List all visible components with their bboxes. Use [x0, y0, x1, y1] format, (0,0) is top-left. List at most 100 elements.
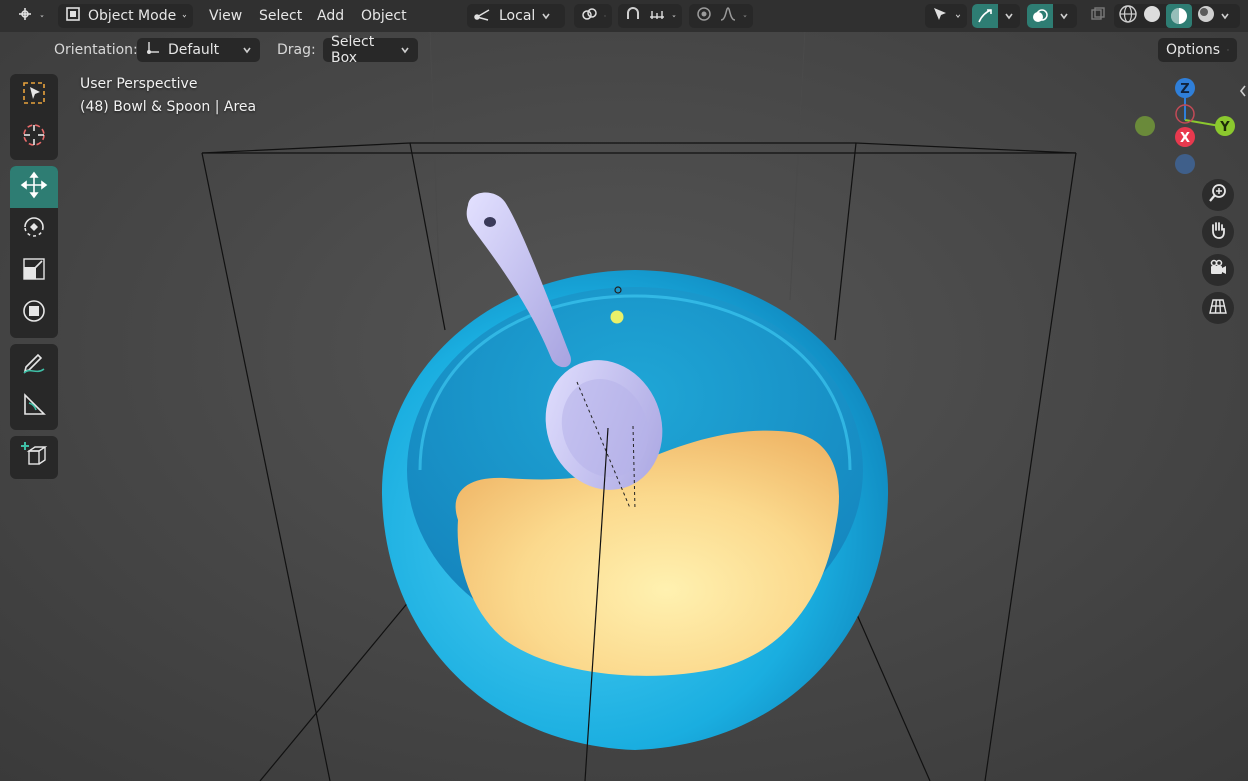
move-arrows-icon: [20, 171, 48, 203]
shading-mode-group[interactable]: [1114, 4, 1240, 28]
object-mode-icon: [64, 5, 82, 27]
editor-type-button[interactable]: [10, 4, 50, 28]
options-dropdown[interactable]: Options: [1158, 38, 1237, 62]
tool-transform[interactable]: [10, 292, 58, 334]
gizmo-z-label: Z: [1180, 82, 1189, 97]
snapping-group[interactable]: [618, 4, 682, 28]
pan-button[interactable]: [1202, 216, 1234, 248]
rotate-icon: [20, 213, 48, 245]
view-object-types-dropdown[interactable]: [925, 4, 967, 28]
wireframe-shading-icon[interactable]: [1118, 4, 1138, 28]
chevron-down-icon: [672, 15, 676, 18]
overlays-icon: [1027, 4, 1053, 28]
object-mode-dropdown[interactable]: Object Mode: [58, 4, 193, 28]
proportional-editing-group[interactable]: [689, 4, 753, 28]
solid-shading-icon[interactable]: [1142, 4, 1162, 28]
overlays-toggle[interactable]: [1027, 4, 1077, 28]
pencil-icon: [20, 349, 48, 381]
chevron-down-icon: [1227, 49, 1229, 51]
gizmo-x-label: X: [1180, 131, 1190, 146]
falloff-curve-icon: [719, 5, 737, 27]
zoom-magnifier-icon: [1208, 183, 1228, 207]
menu-object[interactable]: Object: [357, 4, 411, 28]
scale-icon: [20, 255, 48, 287]
add-cube-icon: [19, 440, 49, 474]
options-label: Options: [1166, 42, 1221, 58]
magnet-icon: [624, 5, 642, 27]
light-selection-dot[interactable]: [610, 310, 624, 324]
drag-label: Drag:: [277, 42, 316, 58]
transform-orientation-dropdown[interactable]: Local: [467, 4, 565, 28]
xray-toggle[interactable]: [1084, 4, 1112, 28]
camera-view-button[interactable]: [1202, 254, 1234, 286]
3d-viewport[interactable]: [0, 0, 1248, 781]
toolbar-group-select: [10, 74, 58, 160]
tool-add-cube[interactable]: [10, 436, 58, 478]
gizmo-z-icon[interactable]: Z: [1175, 78, 1195, 98]
proportional-editing-icon: [695, 5, 713, 27]
chevron-left-icon[interactable]: [1238, 84, 1248, 102]
toolbar-group-annotate: [10, 344, 58, 430]
view-name-text: User Perspective: [80, 76, 198, 92]
navigation-gizmo[interactable]: Z X Y: [1125, 75, 1245, 180]
camera-icon: [1208, 258, 1228, 282]
zoom-button[interactable]: [1202, 179, 1234, 211]
tool-rotate[interactable]: [10, 208, 58, 250]
tool-measure[interactable]: [10, 386, 58, 428]
perspective-toggle-button[interactable]: [1202, 292, 1234, 324]
chevron-down-icon: [40, 15, 44, 18]
tool-select-box[interactable]: [10, 74, 58, 116]
chevron-down-icon: [1005, 13, 1013, 20]
hand-icon: [1208, 220, 1228, 244]
gizmo-neg-y-icon[interactable]: [1135, 116, 1155, 136]
chevron-down-icon: [743, 15, 747, 18]
chevron-down-icon: [542, 13, 550, 20]
gizmo-x-icon[interactable]: X: [1175, 127, 1195, 147]
snap-increment-icon: [648, 5, 666, 27]
toolbar-group-add: [10, 436, 58, 479]
tool-cursor[interactable]: [10, 116, 58, 158]
grid-perspective-icon: [1208, 296, 1228, 320]
chevron-down-icon: [955, 14, 961, 18]
orientation-dropdown[interactable]: Default: [137, 38, 260, 62]
drag-value: Select Box: [331, 34, 375, 66]
gizmos-toggle[interactable]: [972, 4, 1020, 28]
tool-scale[interactable]: [10, 250, 58, 292]
drag-dropdown[interactable]: Select Box: [323, 34, 418, 66]
chevron-down-icon: [1221, 13, 1229, 20]
transform-orientation-label: Local: [499, 8, 536, 24]
chevron-down-icon: [401, 47, 409, 54]
tool-settings-bar: Orientation: Default Drag: Select Box Op…: [0, 34, 1248, 66]
orientation-axes-icon: [145, 40, 161, 60]
xray-icon: [1089, 5, 1107, 27]
gizmo-neg-z-icon[interactable]: [1175, 154, 1195, 174]
material-preview-shading-icon[interactable]: [1166, 4, 1192, 28]
object-mode-label: Object Mode: [88, 8, 177, 24]
chevron-down-icon: [243, 47, 251, 54]
rendered-shading-icon[interactable]: [1196, 4, 1216, 28]
tool-annotate[interactable]: [10, 344, 58, 386]
ruler-icon: [20, 391, 48, 423]
viewport-header: Object Mode View Select Add Object Local: [0, 0, 1248, 32]
orientation-value: Default: [168, 42, 220, 58]
gizmo-y-icon[interactable]: Y: [1215, 116, 1235, 136]
cursor-arrow-icon: [931, 5, 949, 27]
pivot-point-dropdown[interactable]: [574, 4, 612, 28]
object-info-text: (48) Bowl & Spoon | Area: [80, 99, 257, 115]
gizmo-y-label: Y: [1219, 120, 1230, 135]
cursor-target-icon: [20, 121, 48, 153]
menu-select[interactable]: Select: [255, 4, 306, 28]
editor-type-icon: [16, 5, 34, 27]
chevron-down-icon: [1060, 13, 1068, 20]
chevron-down-icon: [182, 14, 187, 18]
local-axes-icon: [473, 5, 493, 27]
viewport-scene: [0, 0, 1248, 781]
gizmo-icon: [972, 4, 998, 28]
tool-move[interactable]: [10, 166, 58, 208]
select-box-icon: [21, 80, 47, 110]
menu-view[interactable]: View: [205, 4, 246, 28]
menu-add[interactable]: Add: [313, 4, 348, 28]
chevron-down-icon: [604, 15, 606, 17]
orientation-label: Orientation:: [54, 42, 138, 58]
transform-icon: [20, 297, 48, 329]
